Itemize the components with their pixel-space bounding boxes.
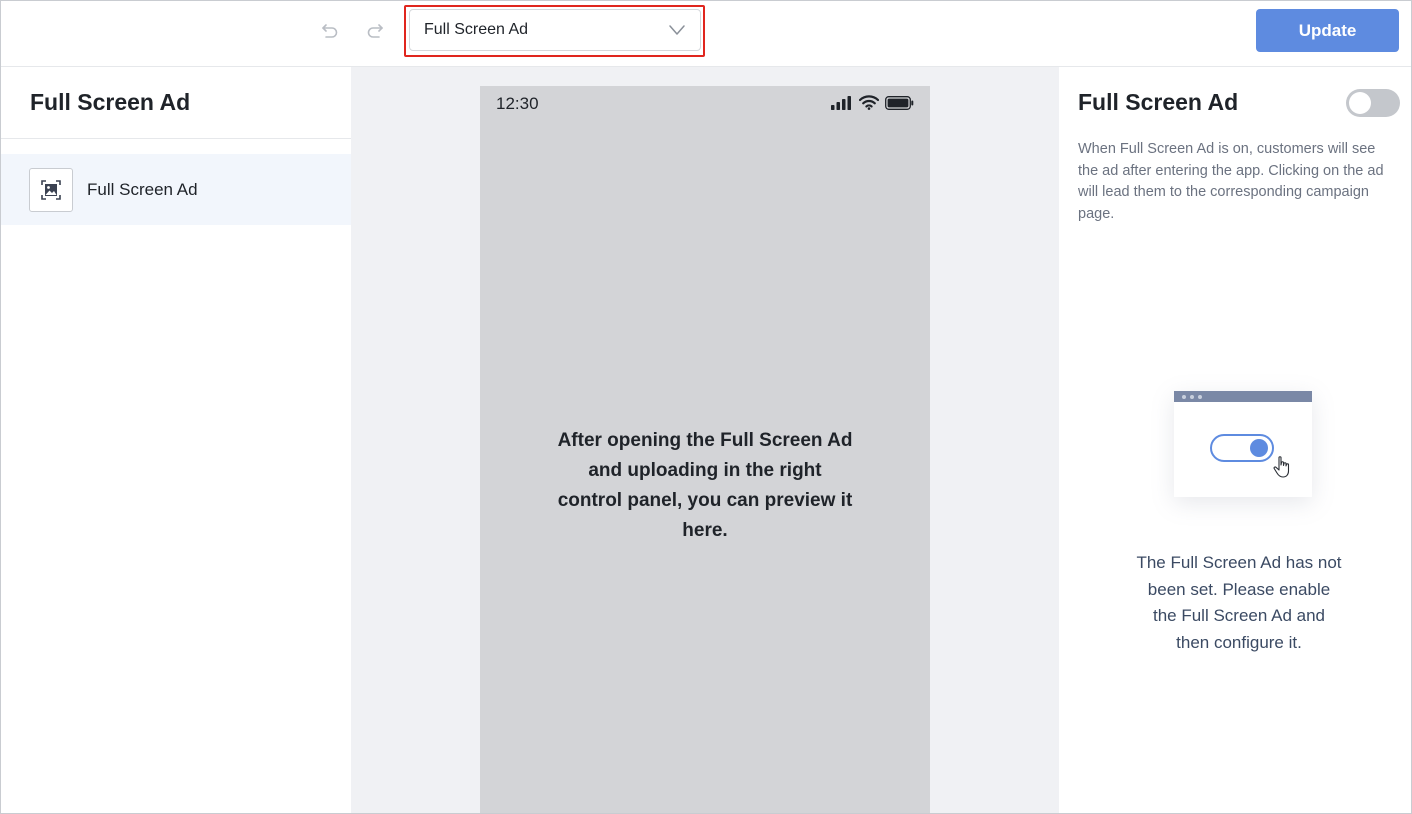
- right-panel: Full Screen Ad When Full Screen Ad is on…: [1059, 67, 1411, 813]
- left-panel-divider: [1, 138, 351, 139]
- illustration-dot: [1190, 395, 1194, 399]
- undo-button[interactable]: [318, 19, 342, 43]
- right-panel-description: When Full Screen Ad is on, customers wil…: [1078, 141, 1384, 222]
- redo-button[interactable]: [363, 19, 387, 43]
- empty-state-message: The Full Screen Ad has not been set. Ple…: [1136, 553, 1342, 652]
- signal-icon: [831, 95, 851, 110]
- preview-canvas: 12:30 After opening the Full Screen Ad a…: [351, 67, 1059, 813]
- undo-icon: [322, 24, 338, 38]
- full-screen-ad-toggle[interactable]: [1346, 89, 1400, 117]
- wifi-icon: [859, 95, 879, 110]
- battery-icon: [885, 95, 914, 110]
- illustration-switch: [1210, 434, 1274, 462]
- component-item-full-screen-ad[interactable]: Full Screen Ad: [1, 154, 351, 225]
- redo-icon: [367, 24, 383, 38]
- app-window: Full Screen Ad Update Full Screen Ad Ful…: [0, 0, 1412, 814]
- page-select-dropdown[interactable]: Full Screen Ad: [409, 9, 701, 51]
- toggle-knob: [1349, 92, 1371, 114]
- page-select-value: Full Screen Ad: [424, 21, 529, 38]
- preview-placeholder-message: After opening the Full Screen Ad and upl…: [557, 430, 853, 541]
- toggle-illustration-icon: [1174, 391, 1312, 497]
- illustration-switch-knob: [1250, 439, 1268, 457]
- update-button[interactable]: Update: [1256, 9, 1399, 52]
- left-panel: Full Screen Ad Full Screen Ad: [1, 67, 351, 813]
- left-panel-title: Full Screen Ad: [30, 89, 191, 115]
- component-item-label: Full Screen Ad: [87, 179, 198, 199]
- top-toolbar: Full Screen Ad Update: [1, 1, 1411, 67]
- illustration-dot: [1198, 395, 1202, 399]
- illustration-dot: [1182, 395, 1186, 399]
- illustration-window-bar: [1174, 391, 1312, 402]
- status-icons: [831, 95, 914, 110]
- hand-pointer-icon: [1273, 456, 1290, 478]
- phone-preview: 12:30 After opening the Full Screen Ad a…: [480, 86, 930, 813]
- status-time: 12:30: [496, 94, 539, 113]
- chevron-down-icon: [669, 25, 685, 35]
- right-panel-title: Full Screen Ad: [1078, 89, 1239, 115]
- image-icon: [29, 167, 73, 212]
